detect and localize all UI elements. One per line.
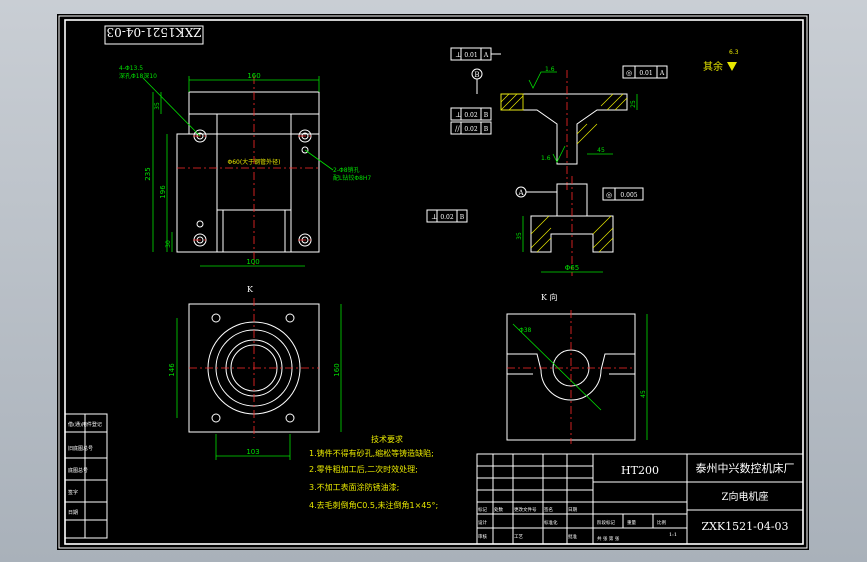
strip-label-1: 借(通)用件登记 xyxy=(68,421,102,428)
row-label-3: 更改文件号 xyxy=(514,506,537,513)
tech-note-1: 1.铸件不得有砂孔,缩松等铸造缺陷; xyxy=(309,448,434,458)
front-view: 160 100 235 196 35 30 Φ60(大于钢管外径) 4-Φ13.… xyxy=(119,65,371,294)
svg-text:◎: ◎ xyxy=(626,69,632,77)
sheet-inner-frame xyxy=(64,19,804,545)
plan-hole-1 xyxy=(211,313,221,323)
company-name: 泰州中兴数控机床厂 xyxy=(696,461,795,475)
cad-viewport: ZXK1521-04-03 160 100 235 196 35 30 Φ60(… xyxy=(0,0,867,562)
scale-value: 1:1 xyxy=(669,532,677,538)
plan-view: 103 146 160 xyxy=(168,298,342,460)
dim-plan-w: 103 xyxy=(246,448,259,456)
strip-label-4: 签字 xyxy=(68,489,78,496)
row-label-2: 处数 xyxy=(494,506,503,513)
section-top-part xyxy=(500,93,628,165)
plan-hole-3 xyxy=(211,413,221,423)
svg-text:0.01: 0.01 xyxy=(639,70,652,77)
svg-text:0.01: 0.01 xyxy=(464,52,477,59)
svg-text:B: B xyxy=(484,126,489,133)
title-block: 标记 处数 更改文件号 签名 日期 设计 标准化 审核 工艺 批准 阶段标记 重… xyxy=(476,453,804,545)
dim-section-h: 45 xyxy=(597,147,605,154)
surface-rest-value: 6.3 xyxy=(729,49,739,56)
strip-label-5: 日期 xyxy=(68,510,78,516)
stage-label-2: 重量 xyxy=(627,519,636,526)
svg-text:A: A xyxy=(659,70,665,77)
section-view: Φ65 35 45 25 1.6 1.6 B A ⊥ 0.01 A ◎ 0.01… xyxy=(426,47,740,276)
dim-section-d2: Φ65 xyxy=(565,264,579,272)
part-name: Z向电机座 xyxy=(722,490,769,503)
hole-note-left2: 深孔Φ18深10 xyxy=(119,72,157,80)
dim-bottom-width: 100 xyxy=(246,258,259,266)
row-label-5: 日期 xyxy=(568,507,577,513)
svg-text:A: A xyxy=(483,52,489,59)
sheet-label: 共 张 第 张 xyxy=(597,535,620,542)
dim-left-h4: 35 xyxy=(154,102,161,110)
sign-label-1: 设计 xyxy=(478,519,487,526)
dim-bore-note: Φ60(大于钢管外径) xyxy=(227,158,280,166)
dim-left-h2: 196 xyxy=(159,185,167,199)
tech-title: 技术要求 xyxy=(371,434,403,444)
datum-a-label: A xyxy=(517,189,524,197)
svg-text:⊥: ⊥ xyxy=(455,111,462,119)
svg-text:⊥: ⊥ xyxy=(431,213,438,221)
sign-label-3: 审核 xyxy=(478,533,487,540)
dim-k: 45 xyxy=(640,390,647,398)
svg-text:0.02: 0.02 xyxy=(464,126,478,133)
svg-text:1.6: 1.6 xyxy=(541,155,551,162)
svg-text://: // xyxy=(455,125,460,133)
view-label-k2: K 向 xyxy=(541,292,558,302)
row-label-4: 签名 xyxy=(544,506,553,513)
sign-label-5: 批准 xyxy=(568,533,577,540)
view-label-k: K xyxy=(247,285,254,294)
tech-requirements: 技术要求 1.铸件不得有砂孔,缩松等铸造缺陷; 2.零件粗加工后,二次时效处理;… xyxy=(309,434,438,510)
tech-note-3: 3.不加工表面涂防锈油漆; xyxy=(309,482,399,492)
dim-k2: Φ38 xyxy=(519,327,532,334)
drawing-svg: ZXK1521-04-03 160 100 235 196 35 30 Φ60(… xyxy=(58,15,808,549)
drawing-number: ZXK1521-04-03 xyxy=(701,520,788,533)
hole-note-right: 2-Φ8销孔 xyxy=(333,166,360,174)
svg-text:0.02: 0.02 xyxy=(440,214,454,221)
mirrored-code-text: ZXK1521-04-03 xyxy=(106,25,201,39)
svg-text:◎: ◎ xyxy=(606,191,612,199)
strip-label-3: 底图总号 xyxy=(68,467,88,474)
svg-text:0.02: 0.02 xyxy=(464,112,478,119)
sign-label-2: 标准化 xyxy=(544,519,558,526)
drawing-sheet: ZXK1521-04-03 160 100 235 196 35 30 Φ60(… xyxy=(57,14,809,550)
roughness-1-val: 1.6 xyxy=(545,66,555,73)
dim-plan-h2: 160 xyxy=(333,363,341,376)
datum-b-label: B xyxy=(474,71,479,79)
roughness-symbol-1 xyxy=(528,71,557,89)
dim-section-t2: 25 xyxy=(630,100,637,108)
svg-text:0.005: 0.005 xyxy=(620,192,637,199)
row-label-1: 标记 xyxy=(478,506,487,513)
left-registration-strip: 借(通)用件登记 旧底图总号 底图总号 签字 日期 xyxy=(64,413,108,539)
svg-text:B: B xyxy=(460,214,465,221)
dim-top-width: 160 xyxy=(247,72,260,80)
dim-left-h3: 30 xyxy=(165,240,172,248)
dim-left-h1: 235 xyxy=(144,167,152,180)
svg-text:B: B xyxy=(484,112,489,119)
svg-text:⊥: ⊥ xyxy=(455,51,462,59)
dim-section-t: 35 xyxy=(516,232,523,240)
dim-plan-h: 146 xyxy=(168,363,176,377)
sign-label-4: 工艺 xyxy=(514,534,523,540)
plan-hole-4 xyxy=(285,413,295,423)
stage-label-3: 比例 xyxy=(657,519,666,526)
plan-hole-2 xyxy=(285,313,295,323)
hole-note-right2: 配L钻铰Φ8H7 xyxy=(333,174,371,182)
strip-label-2: 旧底图总号 xyxy=(68,445,93,452)
tech-note-2: 2.零件粗加工后,二次时效处理; xyxy=(309,464,418,474)
stage-label-1: 阶段标记 xyxy=(597,519,615,526)
surface-rest-label: 其余 xyxy=(703,60,723,73)
k-view: K 向 Φ38 45 xyxy=(506,292,648,444)
tech-note-4: 4.去毛刺倒角C0.5,未注倒角1×45°; xyxy=(309,500,438,510)
hole-note-left: 4-Φ13.5 xyxy=(119,65,143,72)
material: HT200 xyxy=(621,464,659,477)
